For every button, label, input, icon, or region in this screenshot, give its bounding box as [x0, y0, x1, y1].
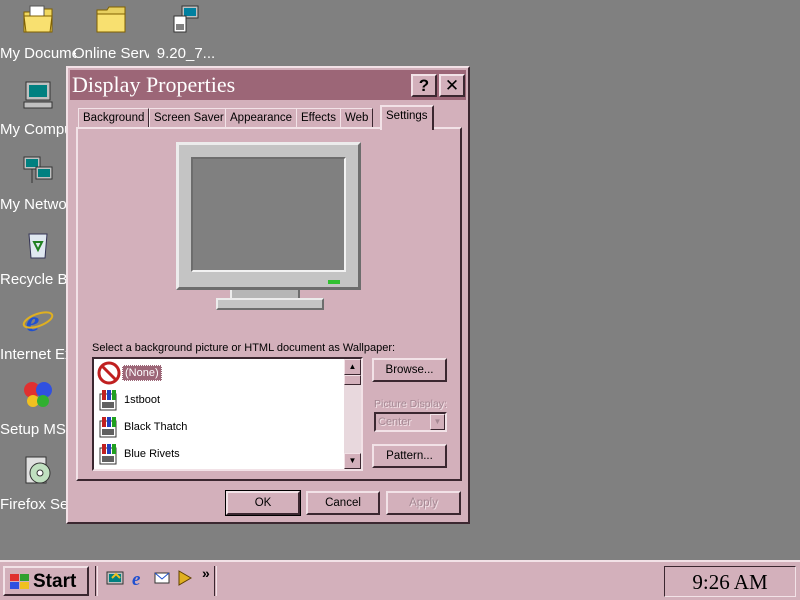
paint-icon: [97, 388, 121, 412]
desktop-icon-label: My Network Places: [0, 196, 76, 213]
list-item-label: Blue Rivets: [124, 448, 180, 460]
desktop-icon-firefox-setup[interactable]: Firefox Setup...: [0, 455, 76, 515]
desktop-icon-label: Setup MSN I...: [0, 421, 76, 438]
msn-butterfly-icon: [22, 380, 54, 412]
monitor-preview: [176, 142, 361, 290]
close-button[interactable]: ✕: [439, 74, 465, 97]
pattern-button[interactable]: Pattern...: [372, 444, 447, 468]
svg-text:e: e: [132, 569, 141, 587]
desktop-icon-network-file[interactable]: 9.20_7...: [148, 4, 224, 64]
taskbar-separator: [95, 566, 98, 596]
desktop-icon-label: My Computer: [0, 121, 76, 138]
channels-icon[interactable]: [176, 569, 194, 587]
taskbar-separator: [214, 566, 217, 596]
svg-text:e: e: [26, 305, 39, 335]
paint-icon: [97, 442, 121, 466]
ie-icon: e: [22, 305, 54, 338]
title-bar[interactable]: Display Properties ? ✕: [70, 70, 466, 100]
clock[interactable]: 9:26 AM: [665, 571, 795, 593]
desktop-icon-setup-msn[interactable]: Setup MSN I...: [0, 380, 76, 440]
tab-background[interactable]: Background: [78, 108, 150, 128]
ie-icon[interactable]: e: [130, 569, 148, 590]
computer-icon: [22, 80, 54, 112]
list-item[interactable]: (None): [96, 360, 344, 387]
list-item-label: 1stboot: [124, 394, 161, 406]
desktop-icon-label: Online Services: [73, 45, 149, 62]
list-item[interactable]: Blue Rivets: [96, 441, 344, 468]
desktop-icon-label: 9.20_7...: [156, 45, 216, 62]
display-properties-window: Display Properties ? ✕ Background Screen…: [66, 66, 470, 524]
start-button[interactable]: Start: [3, 566, 89, 596]
desktop-icon-my-documents[interactable]: My Documents: [0, 4, 76, 64]
none-icon: [97, 361, 121, 385]
monitor-neck: [230, 290, 300, 298]
power-led: [328, 280, 340, 284]
list-item[interactable]: 1stboot: [96, 387, 344, 414]
list-item-label: (None): [122, 365, 162, 381]
wallpaper-listbox[interactable]: (None) 1stboot Black Thatch Blue Rivets …: [92, 357, 363, 471]
desktop-icon-label: Firefox Setup...: [0, 496, 76, 513]
desktop-icon-internet-explorer[interactable]: e Internet Explorer: [0, 305, 76, 365]
desktop-icon-label: Recycle Bin: [0, 271, 76, 288]
desktop-icon-online-services[interactable]: Online Services: [73, 4, 149, 64]
desktop-icon-label: Internet Explorer: [0, 346, 76, 363]
tab-screen-saver[interactable]: Screen Saver: [149, 108, 229, 128]
picture-display-select: Center ▼: [374, 412, 447, 432]
show-desktop-icon[interactable]: [106, 569, 124, 587]
outlook-icon[interactable]: [153, 569, 171, 587]
start-label: Start: [33, 571, 77, 592]
tab-effects[interactable]: Effects: [296, 108, 341, 128]
help-button[interactable]: ?: [411, 74, 437, 97]
windows-flag-icon: [9, 573, 31, 591]
folder-icon: [95, 4, 127, 36]
picture-display-value: Center: [378, 416, 412, 428]
ok-button[interactable]: OK: [225, 490, 301, 516]
apply-button[interactable]: Apply: [386, 491, 461, 515]
desktop-icon-my-computer[interactable]: My Computer: [0, 80, 76, 140]
tab-web[interactable]: Web: [340, 108, 374, 128]
window-title: Display Properties: [72, 72, 236, 97]
setup-disc-icon: [22, 455, 54, 487]
desktop-icon-my-network[interactable]: My Network Places: [0, 155, 76, 215]
monitor-screen: [191, 157, 346, 272]
list-item[interactable]: Black Thatch: [96, 414, 344, 441]
desktop-icon-recycle-bin[interactable]: Recycle Bin: [0, 230, 76, 290]
wallpaper-caption: Select a background picture or HTML docu…: [92, 342, 396, 354]
chevron-down-icon: ▼: [430, 414, 445, 430]
list-item-label: Black Thatch: [124, 421, 188, 433]
cancel-button[interactable]: Cancel: [306, 491, 380, 515]
folder-documents-icon: [22, 4, 54, 36]
browse-button[interactable]: Browse...: [372, 358, 447, 382]
network-file-icon: [170, 4, 202, 36]
desktop-icon-label: My Documents: [0, 45, 76, 62]
scroll-down-button[interactable]: ▼: [344, 453, 361, 469]
recycle-bin-icon: [22, 230, 54, 262]
picture-display-label: Picture Display:: [374, 398, 447, 410]
scroll-up-button[interactable]: ▲: [344, 359, 361, 375]
list-scrollbar[interactable]: ▲ ▼: [344, 359, 361, 469]
tab-settings[interactable]: Settings: [380, 105, 434, 130]
quick-launch-overflow[interactable]: »: [202, 565, 210, 581]
network-icon: [22, 155, 54, 187]
scroll-thumb[interactable]: [344, 375, 361, 385]
system-tray: 9:26 AM: [664, 566, 796, 597]
monitor-base: [216, 298, 324, 310]
taskbar: Start e » 9:26 AM: [0, 560, 800, 600]
paint-icon: [97, 415, 121, 439]
tab-appearance[interactable]: Appearance: [225, 108, 298, 128]
